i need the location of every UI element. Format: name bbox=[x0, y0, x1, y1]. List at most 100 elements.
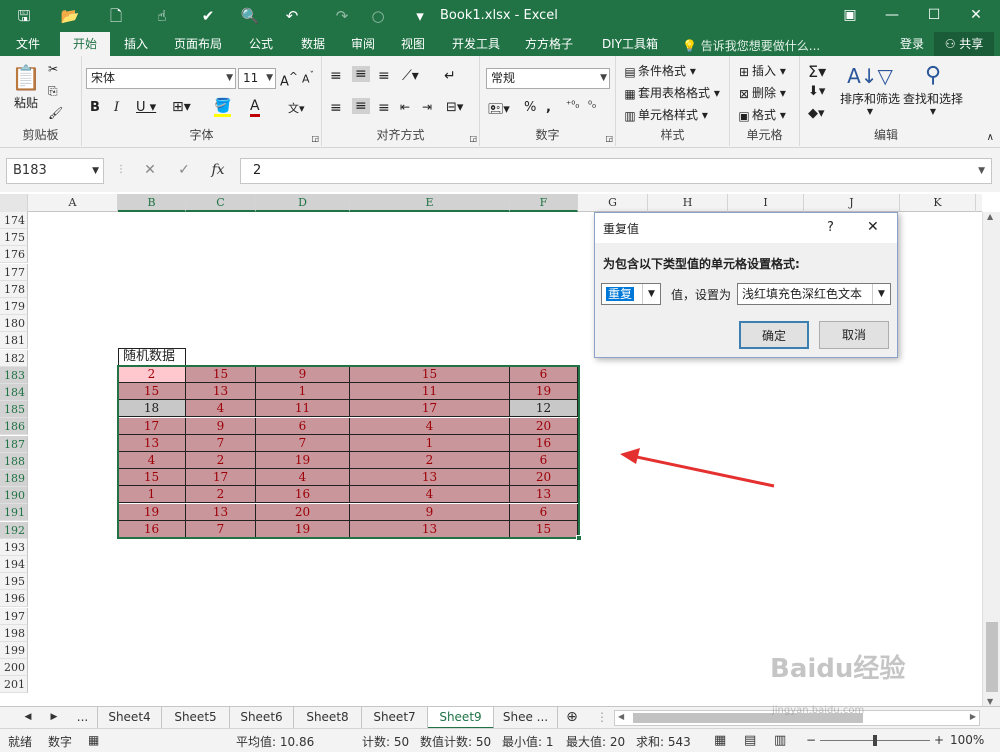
conditional-format-button[interactable]: ▤ 条件格式 ▾ bbox=[622, 62, 696, 80]
sheet-tab-sheet7[interactable]: Sheet7 bbox=[362, 707, 428, 729]
tab-view[interactable]: 视图 bbox=[390, 32, 436, 56]
table-cell[interactable]: 17 bbox=[118, 417, 186, 435]
table-cell[interactable]: 13 bbox=[510, 486, 578, 504]
column-header[interactable]: J bbox=[804, 194, 900, 212]
redo-icon[interactable]: ↷ bbox=[330, 4, 354, 28]
table-cell[interactable]: 16 bbox=[256, 486, 350, 504]
row-header[interactable]: 174 bbox=[0, 212, 28, 229]
align-center-icon[interactable]: ≡ bbox=[352, 98, 370, 114]
decrease-indent-icon[interactable]: ⇤ bbox=[400, 100, 410, 114]
table-cell[interactable]: 7 bbox=[256, 434, 350, 452]
row-header[interactable]: 186 bbox=[0, 418, 28, 436]
table-cell[interactable]: 13 bbox=[350, 520, 510, 538]
row-header[interactable]: 191 bbox=[0, 504, 28, 522]
table-cell[interactable]: 15 bbox=[186, 366, 256, 383]
table-cell[interactable]: 1 bbox=[118, 486, 186, 504]
sort-filter-button[interactable]: A↓▽ 排序和筛选 ▼ bbox=[840, 62, 900, 116]
insert-cells-button[interactable]: ⊞ 插入 ▾ bbox=[736, 62, 786, 80]
shrink-font-icon[interactable]: Aˇ bbox=[302, 70, 314, 86]
format-painter-icon[interactable]: 🖌 bbox=[48, 106, 63, 120]
scroll-thumb[interactable] bbox=[986, 622, 998, 692]
table-cell[interactable]: 13 bbox=[186, 503, 256, 521]
row-header[interactable]: 200 bbox=[0, 659, 28, 677]
column-header[interactable]: C bbox=[186, 194, 256, 212]
cancel-button[interactable]: 取消 bbox=[819, 321, 889, 349]
scroll-left-icon[interactable]: ◀ bbox=[618, 712, 624, 721]
table-header-cell[interactable]: 随机数据 bbox=[118, 348, 186, 366]
merge-center-icon[interactable]: ⊟▾ bbox=[446, 100, 463, 115]
currency-icon[interactable]: 🖭▾ bbox=[488, 100, 510, 122]
zoom-slider-thumb[interactable] bbox=[873, 735, 877, 746]
row-header[interactable]: 175 bbox=[0, 229, 28, 247]
zoom-in-icon[interactable]: + bbox=[934, 733, 944, 747]
align-top-icon[interactable]: ≡ bbox=[330, 68, 342, 84]
tab-insert[interactable]: 插入 bbox=[112, 32, 160, 56]
tab-file[interactable]: 文件 bbox=[4, 32, 52, 56]
table-cell[interactable]: 15 bbox=[118, 469, 186, 487]
comma-icon[interactable]: , bbox=[546, 100, 551, 115]
format-cells-button[interactable]: ▣ 格式 ▾ bbox=[736, 106, 786, 124]
share-button[interactable]: ⚇ 共享 bbox=[934, 32, 994, 56]
table-cell[interactable]: 2 bbox=[186, 486, 256, 504]
tab-fangfang[interactable]: 方方格子 bbox=[518, 32, 580, 56]
ok-button[interactable]: 确定 bbox=[739, 321, 809, 349]
table-cell[interactable]: 11 bbox=[350, 383, 510, 401]
tab-formulas[interactable]: 公式 bbox=[238, 32, 284, 56]
row-header[interactable]: 177 bbox=[0, 263, 28, 281]
maximize-button[interactable]: ☐ bbox=[914, 2, 954, 28]
format-as-table-button[interactable]: ▦ 套用表格格式 ▾ bbox=[622, 84, 720, 102]
row-header[interactable]: 178 bbox=[0, 280, 28, 298]
table-cell[interactable]: 2 bbox=[186, 452, 256, 469]
row-header[interactable]: 197 bbox=[0, 607, 28, 625]
expand-formula-icon[interactable]: ▼ bbox=[978, 159, 985, 183]
percent-icon[interactable]: % bbox=[524, 100, 536, 115]
vertical-scrollbar[interactable]: ▲ ▼ bbox=[982, 212, 1000, 706]
table-cell[interactable]: 16 bbox=[510, 434, 578, 452]
font-size-combo[interactable]: 11 ▼ bbox=[238, 68, 276, 89]
table-cell[interactable]: 4 bbox=[350, 417, 510, 435]
increase-decimal-icon[interactable]: ⁺⁰₀ bbox=[566, 100, 579, 111]
table-cell[interactable]: 15 bbox=[118, 383, 186, 401]
cell-styles-button[interactable]: ▥ 单元格样式 ▾ bbox=[622, 106, 708, 124]
dialog-launcher-icon[interactable]: ◲ bbox=[605, 134, 613, 143]
copy-icon[interactable]: ⎘ bbox=[48, 84, 58, 99]
table-cell[interactable]: 7 bbox=[186, 434, 256, 452]
table-cell[interactable]: 19 bbox=[256, 520, 350, 538]
table-cell[interactable]: 16 bbox=[118, 520, 186, 538]
phonetic-icon[interactable]: 文▾ bbox=[288, 100, 305, 116]
zoom-slider[interactable] bbox=[820, 735, 930, 746]
row-header[interactable]: 180 bbox=[0, 315, 28, 333]
undo-icon[interactable]: ↶ bbox=[280, 4, 304, 28]
formula-input[interactable]: 2 ▼ bbox=[240, 158, 992, 184]
duplicate-type-select[interactable]: 重复 ▼ bbox=[601, 283, 661, 305]
table-cell[interactable]: 4 bbox=[256, 469, 350, 487]
column-header[interactable]: F bbox=[510, 194, 578, 212]
column-header[interactable]: A bbox=[28, 194, 118, 212]
table-cell[interactable]: 20 bbox=[256, 503, 350, 521]
column-header[interactable]: E bbox=[350, 194, 510, 212]
tell-me-search[interactable]: 💡 告诉我您想要做什么... bbox=[682, 37, 820, 54]
table-cell[interactable]: 9 bbox=[350, 503, 510, 521]
font-color-icon[interactable]: A bbox=[250, 98, 260, 117]
table-cell[interactable]: 18 bbox=[118, 400, 186, 418]
table-cell[interactable]: 6 bbox=[510, 503, 578, 521]
print-preview-icon[interactable]: 🔍 bbox=[238, 4, 262, 28]
sheet-tab-sheet9[interactable]: Sheet9 bbox=[428, 707, 494, 729]
autosum-icon[interactable]: Σ▾ bbox=[808, 62, 826, 81]
table-cell[interactable]: 17 bbox=[186, 469, 256, 487]
touch-mode-icon[interactable]: ☝ bbox=[150, 4, 174, 28]
tab-data[interactable]: 数据 bbox=[290, 32, 336, 56]
row-header[interactable]: 192 bbox=[0, 521, 28, 539]
sheet-tab-sheet4[interactable]: Sheet4 bbox=[98, 707, 162, 729]
circle-icon[interactable]: ○ bbox=[366, 4, 390, 28]
fill-icon[interactable]: ⬇▾ bbox=[808, 84, 825, 99]
row-header[interactable]: 189 bbox=[0, 470, 28, 487]
fill-handle[interactable] bbox=[576, 535, 582, 541]
normal-view-icon[interactable]: ▦ bbox=[714, 733, 726, 748]
table-cell[interactable]: 1 bbox=[256, 383, 350, 401]
fill-color-icon[interactable]: 🪣 bbox=[214, 98, 232, 117]
column-header[interactable]: D bbox=[256, 194, 350, 212]
row-header[interactable]: 193 bbox=[0, 538, 28, 556]
table-cell[interactable]: 2 bbox=[118, 366, 186, 383]
close-button[interactable]: ✕ bbox=[956, 2, 996, 28]
